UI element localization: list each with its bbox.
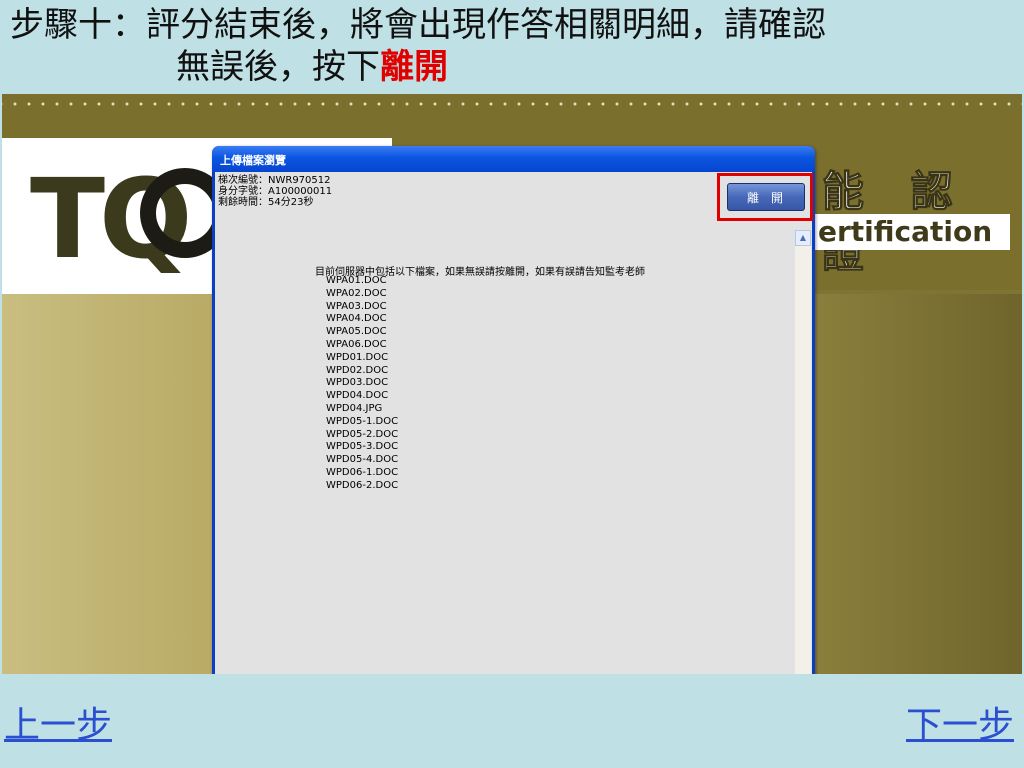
file-item: WPD05-2.DOC [326, 428, 399, 440]
batch-number: 梯次編號：NWR970512 [218, 175, 331, 186]
slide-title-line2: 無誤後，按下離開 [10, 46, 1010, 88]
file-item: WPA06.DOC [326, 338, 387, 350]
file-item: WPD06-2.DOC [326, 479, 399, 491]
next-step-link[interactable]: 下一步 [906, 704, 1014, 748]
upload-browse-dialog: 上傳檔案瀏覽 梯次編號：NWR970512 身分字號：A100000011 剩餘… [212, 146, 815, 674]
exam-info: 梯次編號：NWR970512 身分字號：A100000011 剩餘時間：54分2… [218, 175, 332, 208]
id-number: 身分字號：A100000011 [218, 186, 333, 197]
file-item: WPA03.DOC [326, 300, 387, 312]
remaining-time: 剩餘時間：54分23秒 [218, 197, 314, 208]
slide-title-highlight: 離開 [380, 47, 448, 87]
file-item: WPA02.DOC [326, 287, 387, 299]
file-item: WPA04.DOC [326, 313, 387, 325]
file-item: WPA05.DOC [326, 326, 387, 338]
exam-screenshot: TQ 能 認 證 ertification 上傳檔案瀏覽 梯次編號：NWR970… [2, 94, 1022, 674]
scroll-up-arrow-icon[interactable]: ▲ [795, 230, 811, 246]
dialog-titlebar[interactable]: 上傳檔案瀏覽 [212, 146, 815, 172]
slide-title: 步驟十：評分結束後，將會出現作答相關明細，請確認 無誤後，按下離開 [10, 4, 1010, 88]
file-list: WPA01.DOC WPA02.DOC WPA03.DOC WPA04.DOC … [326, 275, 398, 493]
left-panel [2, 294, 212, 674]
slide-title-line1: 步驟十：評分結束後，將會出現作答相關明細，請確認 [10, 5, 826, 45]
file-item: WPD05-3.DOC [326, 441, 399, 453]
file-item: WPA01.DOC [326, 275, 387, 286]
dialog-title: 上傳檔案瀏覽 [220, 154, 286, 167]
file-item: WPD03.DOC [326, 377, 389, 389]
previous-step-link[interactable]: 上一步 [4, 704, 112, 748]
file-item: WPD04.DOC [326, 390, 389, 402]
banner-cert-text: ertification [818, 215, 993, 248]
file-item: WPD05-4.DOC [326, 454, 399, 466]
file-item: WPD06-1.DOC [326, 466, 399, 478]
dialog-body: 梯次編號：NWR970512 身分字號：A100000011 剩餘時間：54分2… [215, 172, 813, 674]
file-item: WPD05-1.DOC [326, 415, 399, 427]
file-item: WPD02.DOC [326, 364, 389, 376]
right-panel [814, 294, 1022, 674]
leave-button[interactable]: 離開 [727, 183, 805, 211]
vertical-scrollbar[interactable]: ▲ [795, 230, 811, 674]
file-item: WPD01.DOC [326, 351, 389, 363]
slide-title-line2-text: 無誤後，按下 [176, 47, 380, 87]
file-item: WPD04.JPG [326, 402, 383, 414]
dotted-border [2, 94, 1022, 114]
